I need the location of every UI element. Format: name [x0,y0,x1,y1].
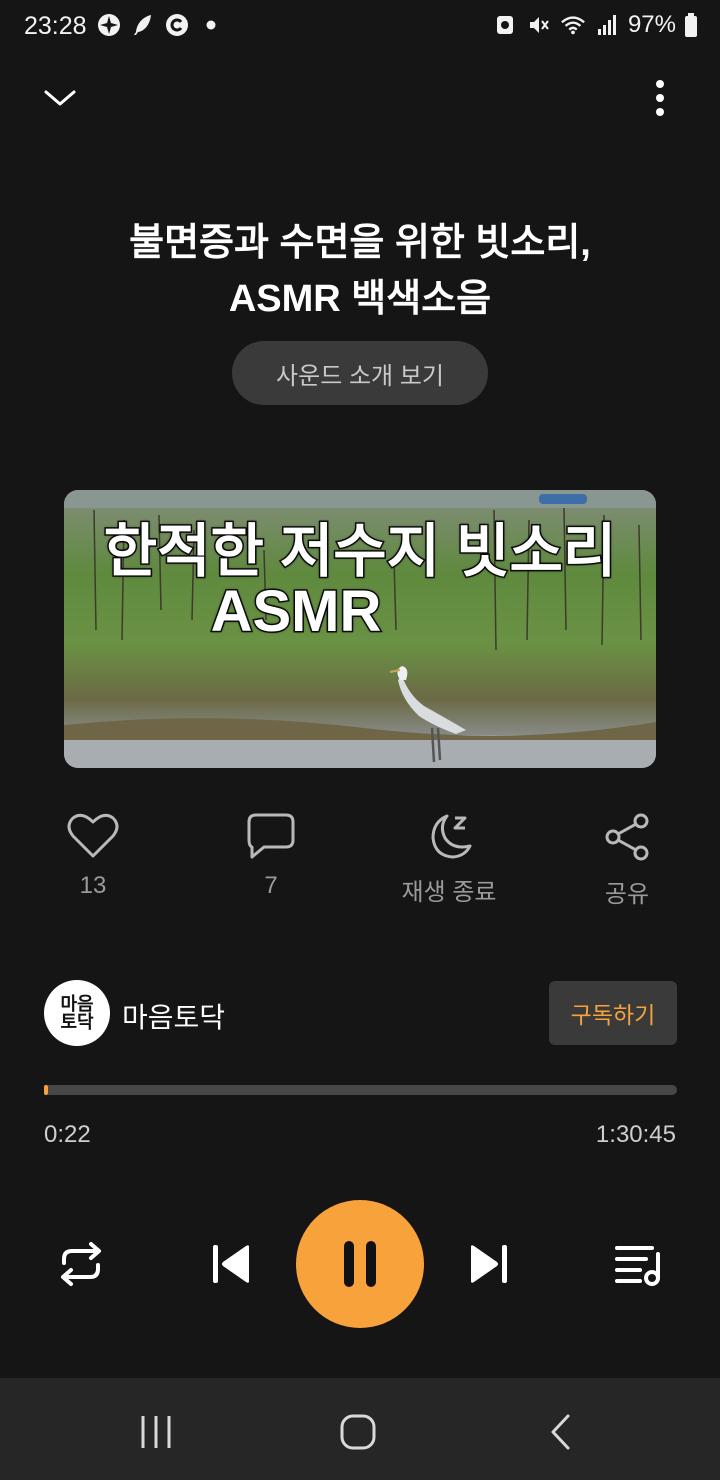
share-icon [605,813,649,861]
skip-previous-icon [213,1245,249,1283]
like-count: 13 [79,872,107,899]
collapse-button[interactable] [30,68,90,128]
moon-sleep-icon [431,814,472,859]
home-icon [340,1414,376,1450]
subscribe-button[interactable]: 구독하기 [549,981,677,1045]
like-button[interactable]: 13 [28,812,158,900]
feather-icon [130,12,156,38]
current-time: 0:22 [44,1121,91,1148]
c-icon [164,12,190,38]
chevron-down-icon [44,90,76,106]
more-options-button[interactable] [630,68,690,128]
battery-icon [684,12,698,38]
status-time: 23:28 [24,12,87,40]
mute-icon [526,12,552,38]
system-nav-bar [0,1378,720,1480]
thumbnail-caption-line1: 한적한 저수지 빗소리 [102,518,617,586]
playlist-icon [615,1246,660,1286]
more-vertical-icon [656,80,664,116]
comment-button[interactable]: 7 [206,812,336,900]
previous-button[interactable] [196,1232,266,1296]
channel-name[interactable]: 마음토닥 [122,996,225,1036]
progress-fill [44,1085,48,1095]
comment-count: 7 [264,872,278,899]
wifi-icon [560,12,586,38]
channel-avatar[interactable]: 마음 토닥 [44,980,110,1046]
playlist-button[interactable] [604,1232,674,1296]
repeat-button[interactable] [46,1232,116,1296]
total-time: 1:30:45 [595,1121,676,1148]
share-button[interactable]: 공유 [562,812,692,909]
status-bar: 23:28 97% [0,0,720,52]
dot-icon [198,12,224,38]
recent-apps-button[interactable] [126,1404,186,1460]
share-label: 공유 [604,881,650,908]
back-button[interactable] [530,1404,590,1460]
progress-slider[interactable] [44,1085,677,1095]
status-system-icons: 97% [492,11,698,39]
repeat-icon [61,1242,101,1286]
sleep-timer-label: 재생 종료 [401,879,497,906]
sleep-timer-button[interactable]: 재생 종료 [384,812,514,907]
home-button[interactable] [328,1404,388,1460]
track-title: 불면증과 수면을 위한 빗소리, ASMR 백색소음 [60,215,660,327]
pause-icon [344,1241,376,1287]
skip-next-icon [471,1245,507,1283]
comment-icon [247,813,295,859]
track-title-line2: ASMR 백색소음 [228,278,492,320]
signal-icon [594,12,620,38]
track-title-line1: 불면증과 수면을 위한 빗소리, [129,222,591,264]
screenshot-icon [492,12,518,38]
status-notification-icons [96,12,224,38]
avatar-text: 마음 토닥 [60,994,94,1032]
next-button[interactable] [454,1232,524,1296]
recent-apps-icon [141,1416,171,1448]
sound-intro-button[interactable]: 사운드 소개 보기 [232,341,488,405]
battery-percent: 97% [627,11,676,38]
pause-button[interactable] [296,1200,424,1328]
back-chevron-icon [551,1414,570,1450]
track-thumbnail: 한적한 저수지 빗소리 ASMR [64,490,656,768]
heart-icon [67,813,119,858]
fan-icon [96,12,122,38]
thumbnail-caption-line2: ASMR [209,578,383,646]
